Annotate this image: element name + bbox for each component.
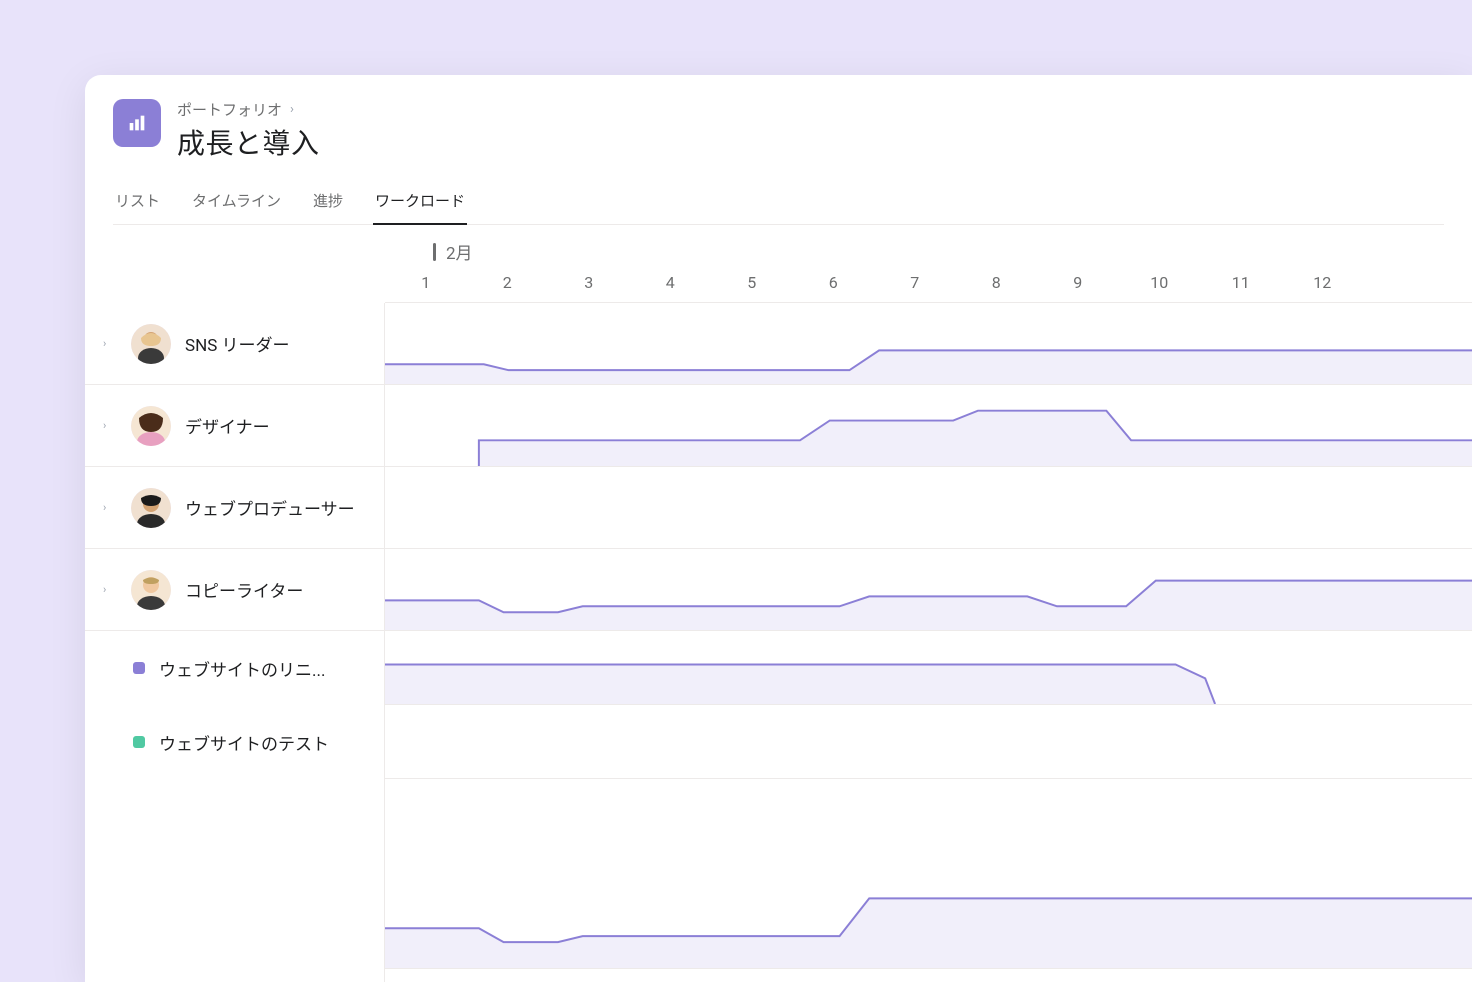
app-window: ポートフォリオ › 成長と導入 リスト タイムライン 進捗 ワークロード 2月 … xyxy=(85,75,1472,982)
workload-chart[interactable] xyxy=(385,303,1472,384)
day-row: 1 2 3 4 5 6 7 8 9 10 11 12 xyxy=(385,273,1472,292)
row-left[interactable]: › コピーライター xyxy=(85,969,385,982)
workload-row: › コピーライター xyxy=(85,549,1472,631)
breadcrumb-row: ポートフォリオ › 成長と導入 xyxy=(113,99,1444,162)
rows-container: › SNS リーダー › デザイナー xyxy=(85,303,1472,982)
project-color-dot xyxy=(133,662,145,674)
tabs: リスト タイムライン 進捗 ワークロード xyxy=(113,180,1444,225)
bar-chart-icon xyxy=(126,112,148,134)
page-title: 成長と導入 xyxy=(177,122,320,162)
workload-chart[interactable] xyxy=(385,779,1472,968)
row-left[interactable]: › デザイナー xyxy=(85,385,385,466)
tab-list[interactable]: リスト xyxy=(113,180,162,225)
portfolio-icon xyxy=(113,99,161,147)
timeline-header: 2月 1 2 3 4 5 6 7 8 9 10 11 12 xyxy=(385,225,1472,303)
day-10: 10 xyxy=(1119,273,1201,292)
project-color-dot xyxy=(133,736,145,748)
day-2: 2 xyxy=(467,273,549,292)
workload-row: › SNS リーダー xyxy=(85,303,1472,385)
day-4: 4 xyxy=(630,273,712,292)
workload-row: › ウェブプロデューサー xyxy=(85,467,1472,549)
day-9: 9 xyxy=(1037,273,1119,292)
workload-chart[interactable] xyxy=(385,631,1472,704)
workload-row-tall xyxy=(85,779,1472,969)
workload-row: › デザイナー xyxy=(85,385,1472,467)
chevron-right-icon[interactable]: › xyxy=(103,583,117,596)
day-11: 11 xyxy=(1200,273,1282,292)
workload-chart[interactable] xyxy=(385,969,1472,982)
avatar xyxy=(131,488,171,528)
row-label: コピーライター xyxy=(185,577,303,602)
title-block: ポートフォリオ › 成長と導入 xyxy=(177,99,320,162)
month-marker-icon xyxy=(433,243,436,261)
avatar xyxy=(131,570,171,610)
row-left[interactable]: ウェブサイトのリニ... xyxy=(85,631,385,705)
month-text: 2月 xyxy=(446,239,473,264)
day-12: 12 xyxy=(1282,273,1364,292)
tab-progress[interactable]: 進捗 xyxy=(311,180,345,225)
day-3: 3 xyxy=(548,273,630,292)
row-label: SNS リーダー xyxy=(185,331,290,356)
day-1: 1 xyxy=(385,273,467,292)
row-left[interactable]: › コピーライター xyxy=(85,549,385,630)
row-label: ウェブサイトのリニ... xyxy=(159,656,325,681)
chevron-right-icon[interactable]: › xyxy=(103,501,117,514)
project-row: ウェブサイトのリニ... xyxy=(85,631,1472,705)
header: ポートフォリオ › 成長と導入 リスト タイムライン 進捗 ワークロード xyxy=(85,75,1472,225)
workload-chart[interactable] xyxy=(385,705,1472,778)
row-left[interactable]: › SNS リーダー xyxy=(85,303,385,384)
row-label: ウェブサイトのテスト xyxy=(159,730,329,755)
workload-chart[interactable] xyxy=(385,467,1472,548)
row-label: ウェブプロデューサー xyxy=(185,495,355,520)
chevron-right-icon[interactable]: › xyxy=(103,337,117,350)
workload-chart[interactable] xyxy=(385,385,1472,466)
day-6: 6 xyxy=(793,273,875,292)
day-7: 7 xyxy=(874,273,956,292)
row-left-empty xyxy=(85,779,385,969)
row-left[interactable]: › ウェブプロデューサー xyxy=(85,467,385,548)
workload-chart[interactable] xyxy=(385,549,1472,630)
day-5: 5 xyxy=(711,273,793,292)
row-label: デザイナー xyxy=(185,413,270,438)
avatar xyxy=(131,324,171,364)
tab-timeline[interactable]: タイムライン xyxy=(190,180,283,225)
project-row: ウェブサイトのテスト xyxy=(85,705,1472,779)
tab-workload[interactable]: ワークロード xyxy=(373,180,467,225)
workload-row: › コピーライター xyxy=(85,969,1472,982)
month-label: 2月 xyxy=(433,239,473,264)
day-8: 8 xyxy=(956,273,1038,292)
row-left[interactable]: ウェブサイトのテスト xyxy=(85,705,385,779)
breadcrumb-parent[interactable]: ポートフォリオ xyxy=(177,99,282,120)
avatar xyxy=(131,406,171,446)
chevron-right-icon[interactable]: › xyxy=(103,419,117,432)
breadcrumb[interactable]: ポートフォリオ › xyxy=(177,99,320,120)
chevron-right-icon: › xyxy=(290,102,294,117)
